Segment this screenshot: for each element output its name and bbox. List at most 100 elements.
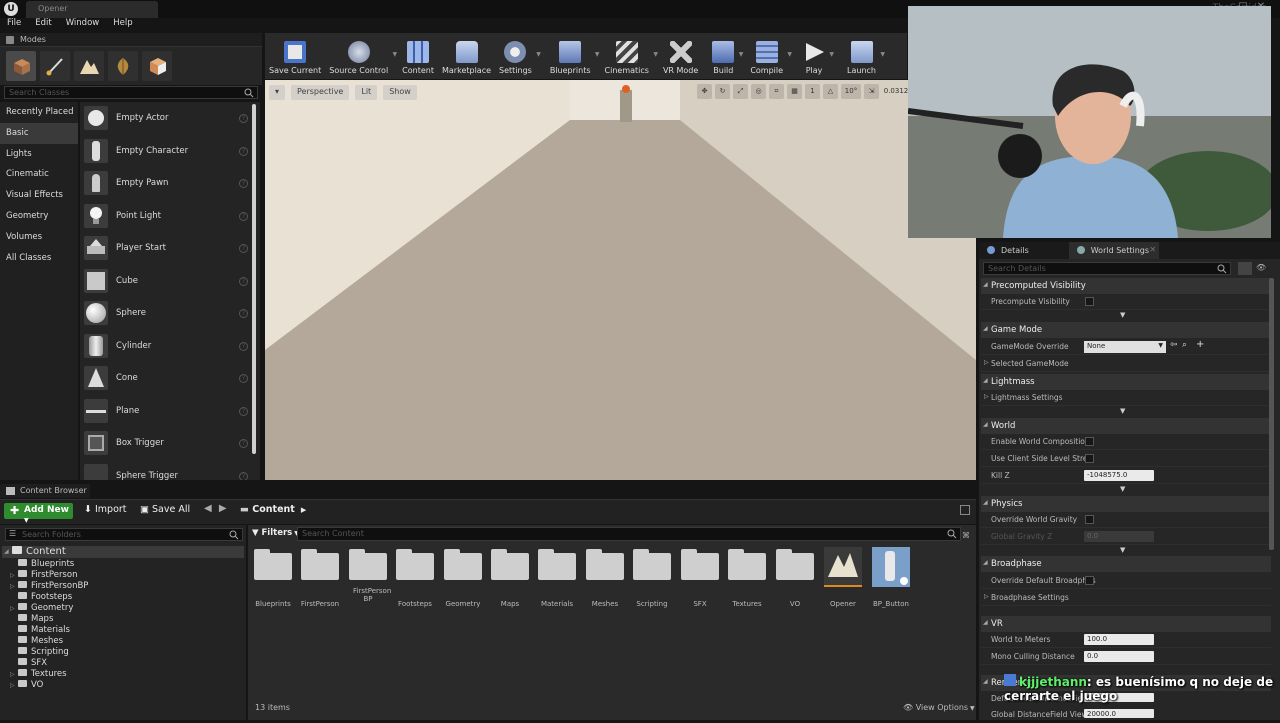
tree-folder[interactable]: ▷ FirstPerson: [10, 570, 77, 581]
help-icon[interactable]: ?: [239, 114, 248, 123]
lit-button[interactable]: Lit: [355, 85, 378, 100]
translate-icon[interactable]: ✥: [697, 84, 712, 99]
advanced-expand-icon[interactable]: ▼: [1120, 546, 1125, 554]
search-folders-input[interactable]: ☰ Search Folders: [5, 528, 243, 541]
asset-folder[interactable]: Footsteps: [392, 547, 438, 613]
landscape-mode-icon[interactable]: [74, 51, 104, 81]
place-item[interactable]: Empty Pawn?: [80, 167, 260, 200]
row-lightmass-settings[interactable]: ▷ Lightmass Settings: [981, 390, 1271, 406]
advanced-expand-icon[interactable]: ▼: [1120, 407, 1125, 415]
place-item[interactable]: Box Trigger?: [80, 427, 260, 460]
launch-button[interactable]: Launch ▼: [843, 35, 885, 77]
row-selected-gamemode[interactable]: ▷ Selected GameMode: [981, 356, 1271, 372]
world-to-meters-input[interactable]: 100.0: [1084, 634, 1154, 645]
help-icon[interactable]: ?: [239, 439, 248, 448]
search-classes-input[interactable]: Search Classes: [4, 86, 258, 99]
precompute-visibility-checkbox[interactable]: [1085, 297, 1094, 306]
asset-folder[interactable]: Textures: [724, 547, 770, 613]
place-item[interactable]: Empty Actor?: [80, 102, 260, 135]
section-precomputed-visibility[interactable]: Precomputed Visibility: [981, 278, 1271, 294]
back-arrow-icon[interactable]: ◀: [204, 503, 212, 514]
blueprints-button[interactable]: Blueprints ▼: [546, 35, 600, 77]
asset-folder[interactable]: FirstPerson: [297, 547, 343, 613]
chevron-right-icon[interactable]: ▶: [301, 506, 306, 514]
use-selected-icon[interactable]: ⇦: [1170, 340, 1178, 350]
menu-help[interactable]: Help: [113, 18, 132, 32]
forward-arrow-icon[interactable]: ▶: [219, 503, 227, 514]
eye-icon[interactable]: 👁: [1256, 263, 1266, 272]
help-icon[interactable]: ?: [239, 179, 248, 188]
asset-folder[interactable]: Meshes: [582, 547, 628, 613]
mono-culling-input[interactable]: 0.0: [1084, 651, 1154, 662]
viewport-options-button[interactable]: ▾: [269, 85, 286, 100]
add-icon[interactable]: +: [1196, 339, 1204, 350]
category-all-classes[interactable]: All Classes: [0, 248, 78, 269]
source-control-button[interactable]: Source Control ▼: [325, 35, 397, 77]
show-button[interactable]: Show: [383, 85, 417, 100]
place-item[interactable]: Cube?: [80, 265, 260, 298]
section-world[interactable]: World: [981, 418, 1271, 434]
advanced-expand-icon[interactable]: ▼: [1120, 311, 1125, 319]
breadcrumb[interactable]: ▬ Content ▶: [240, 504, 306, 515]
marketplace-button[interactable]: Marketplace: [438, 35, 495, 77]
override-gravity-checkbox[interactable]: [1085, 515, 1094, 524]
scale-snap-icon[interactable]: ⇲: [864, 84, 879, 99]
vr-mode-button[interactable]: VR Mode: [659, 35, 702, 77]
asset-folder[interactable]: Geometry: [440, 547, 486, 613]
grid-size[interactable]: 1: [805, 84, 820, 99]
import-button[interactable]: ⬇ Import: [84, 504, 127, 515]
compile-button[interactable]: Compile ▼: [746, 35, 792, 77]
tree-folder[interactable]: Maps: [18, 614, 53, 625]
geometry-mode-icon[interactable]: [142, 51, 172, 81]
place-item[interactable]: Cylinder?: [80, 330, 260, 363]
content-browser-tab[interactable]: Content Browser: [0, 484, 90, 498]
save-all-button[interactable]: ▣ Save All: [140, 504, 190, 515]
category-cinematic[interactable]: Cinematic: [0, 164, 78, 185]
view-options-button[interactable]: 👁 View Options ▼: [903, 703, 975, 712]
category-volumes[interactable]: Volumes: [0, 227, 78, 248]
tree-folder[interactable]: ▷ Geometry: [10, 603, 73, 614]
section-broadphase[interactable]: Broadphase: [981, 556, 1271, 572]
camera-speed[interactable]: 0.0312: [882, 84, 910, 99]
lock-icon[interactable]: [960, 505, 970, 515]
menu-file[interactable]: File: [7, 18, 21, 32]
section-lightmass[interactable]: Lightmass: [981, 374, 1271, 390]
help-icon[interactable]: ?: [239, 471, 248, 480]
category-recently-placed[interactable]: Recently Placed: [0, 102, 78, 123]
tree-folder[interactable]: Meshes: [18, 636, 63, 647]
place-item[interactable]: Plane?: [80, 395, 260, 428]
category-lights[interactable]: Lights: [0, 144, 78, 165]
modes-tab[interactable]: Modes: [0, 33, 262, 47]
asset-folder[interactable]: Materials: [534, 547, 580, 613]
help-icon[interactable]: ?: [239, 406, 248, 416]
section-game-mode[interactable]: Game Mode: [981, 322, 1271, 338]
advanced-expand-icon[interactable]: ▼: [1120, 485, 1125, 493]
kill-z-input[interactable]: -1048575.0: [1084, 470, 1154, 481]
category-basic[interactable]: Basic: [0, 122, 78, 144]
rotation-snap-value[interactable]: 10°: [841, 84, 861, 99]
grid-snap-icon[interactable]: ▦: [787, 84, 802, 99]
gamemode-override-select[interactable]: None ▼: [1084, 341, 1166, 353]
help-icon[interactable]: ?: [239, 276, 248, 286]
help-icon[interactable]: ?: [239, 146, 248, 156]
perspective-button[interactable]: Perspective: [291, 85, 350, 100]
tree-folder[interactable]: ▷ FirstPersonBP: [10, 581, 88, 592]
tab-details[interactable]: Details: [979, 242, 1039, 259]
save-search-icon[interactable]: ⌘: [962, 531, 970, 540]
place-item[interactable]: Sphere?: [80, 297, 260, 330]
asset-folder[interactable]: Maps: [487, 547, 533, 613]
search-content-input[interactable]: Search Content: [297, 527, 961, 541]
asset-level-opener[interactable]: Opener: [820, 547, 866, 613]
asset-folder[interactable]: SFX: [677, 547, 723, 613]
help-icon[interactable]: ?: [239, 211, 248, 221]
build-button[interactable]: Build ▼: [708, 35, 743, 77]
save-current-button[interactable]: Save Current: [265, 35, 325, 77]
tree-folder[interactable]: Scripting: [18, 647, 69, 658]
rotate-icon[interactable]: ↻: [715, 84, 730, 99]
scale-icon[interactable]: ⤢: [733, 84, 748, 99]
place-item[interactable]: Point Light?: [80, 200, 260, 233]
override-broadphase-checkbox[interactable]: [1085, 576, 1094, 585]
place-item[interactable]: Cone?: [80, 362, 260, 395]
level-viewport[interactable]: [265, 80, 976, 480]
view-options-icon[interactable]: [1238, 262, 1252, 275]
